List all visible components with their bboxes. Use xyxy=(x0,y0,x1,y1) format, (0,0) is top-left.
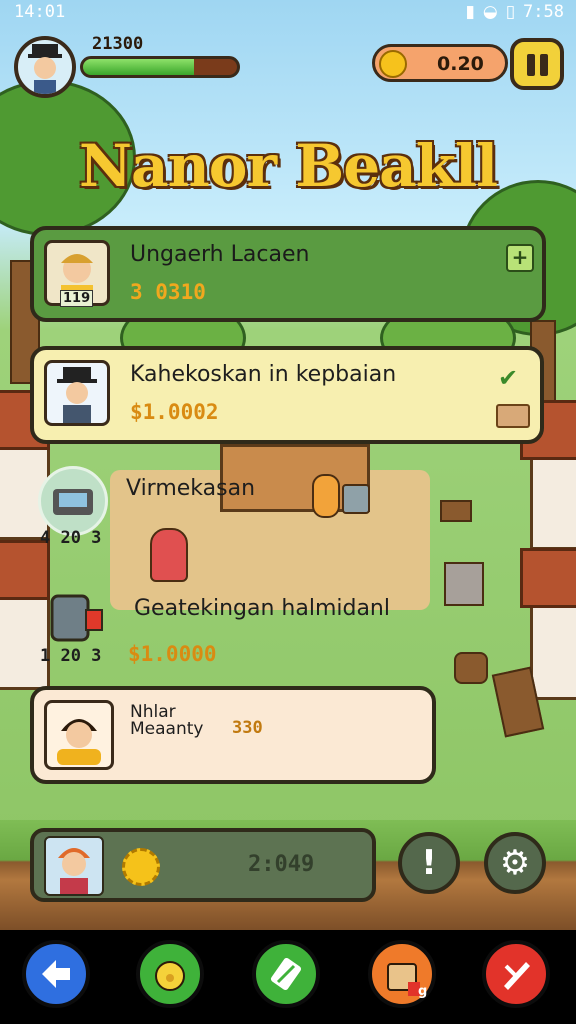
machine-item[interactable] xyxy=(38,466,108,536)
barrel xyxy=(342,484,370,514)
status-bar: 14:01 ▮ ◒ ▯ 7:58 xyxy=(0,0,576,26)
bottom-status-panel: 2:049 xyxy=(30,828,376,902)
alert-button[interactable]: ! xyxy=(398,832,460,894)
character-face-icon xyxy=(57,719,101,765)
item-label: Virmekasan xyxy=(126,476,256,501)
character-face-icon xyxy=(57,367,97,423)
quest-card[interactable]: Kahekoskan in kepbaian $1.0002 ✔ xyxy=(30,346,544,444)
item-count: 4 20 3 xyxy=(40,528,102,548)
coin-icon xyxy=(379,50,407,78)
timer: 2:049 xyxy=(248,852,315,877)
player-avatar[interactable] xyxy=(14,36,76,98)
sun-icon xyxy=(122,848,160,886)
card-price: 3 0310 xyxy=(130,280,206,304)
bag-badge: g xyxy=(418,984,428,999)
game-title: Nanor Beakll xyxy=(79,132,498,200)
card-title: Ungaerh Lacaen xyxy=(130,242,310,267)
robot-icon xyxy=(50,594,103,642)
xp-value: 21300 xyxy=(92,34,144,54)
checkmark-icon[interactable]: ✔ xyxy=(498,364,528,392)
settings-button[interactable]: ⚙ xyxy=(484,832,546,894)
item-label: Geatekingan halmidanl xyxy=(134,596,390,621)
player-face-icon xyxy=(28,44,62,94)
xp-progress-fill xyxy=(83,59,194,75)
character-card[interactable]: Nhlar Meaanty 330 xyxy=(30,686,436,784)
shop-bag-button[interactable]: g xyxy=(368,940,436,1008)
gear-icon: ⚙ xyxy=(499,843,531,883)
status-icons: ▮ ◒ ▯ 7:58 xyxy=(465,2,564,22)
machine-icon xyxy=(53,489,93,515)
pig-icon xyxy=(155,961,185,991)
pencil-icon xyxy=(270,957,302,991)
upgrade-icon[interactable]: + xyxy=(506,244,534,272)
crate xyxy=(444,562,484,606)
hero-face-icon xyxy=(58,848,90,894)
wood-icon[interactable] xyxy=(496,404,530,428)
edit-button[interactable] xyxy=(252,940,320,1008)
currency-display[interactable]: 0.20 xyxy=(372,44,508,82)
status-time: 14:01 xyxy=(14,2,66,22)
item-price: $1.0000 xyxy=(128,642,217,666)
wifi-icon: ◒ xyxy=(482,2,498,22)
alert-icon: ! xyxy=(421,843,437,883)
card-price: $1.0002 xyxy=(130,400,219,424)
level-badge: 119 xyxy=(60,290,94,307)
pause-button[interactable] xyxy=(510,38,564,90)
quest-card[interactable]: 119 Ungaerh Lacaen 3 0310 + xyxy=(30,226,546,322)
back-button[interactable] xyxy=(22,940,90,1008)
xp-progress-bar xyxy=(80,56,240,78)
roof-right-lower xyxy=(520,548,576,608)
villager[interactable] xyxy=(312,474,340,518)
robot-item[interactable] xyxy=(42,590,108,646)
swords-icon xyxy=(504,962,530,990)
character-portrait xyxy=(44,700,114,770)
villager[interactable] xyxy=(150,528,188,582)
battle-button[interactable] xyxy=(482,940,550,1008)
bench xyxy=(440,500,472,522)
back-arrow-icon xyxy=(42,960,70,988)
pet-button[interactable] xyxy=(136,940,204,1008)
currency-amount: 0.20 xyxy=(437,53,484,75)
battery-icon: ▯ xyxy=(505,2,516,22)
item-count: 1 20 3 xyxy=(40,646,102,666)
signal-icon: ▮ xyxy=(465,2,475,22)
stump xyxy=(454,652,488,684)
bottom-nav-bar: g xyxy=(0,930,576,1024)
hero-portrait[interactable] xyxy=(44,836,104,896)
card-value: 330 xyxy=(232,718,263,738)
game-scene: 14:01 ▮ ◒ ▯ 7:58 21300 0.20 Nanor Beakll xyxy=(0,0,576,930)
card-title: Nhlar Meaanty xyxy=(130,702,204,739)
status-clock: 7:58 xyxy=(523,2,564,22)
card-title: Kahekoskan in kepbaian xyxy=(130,362,397,387)
character-portrait xyxy=(44,360,110,426)
